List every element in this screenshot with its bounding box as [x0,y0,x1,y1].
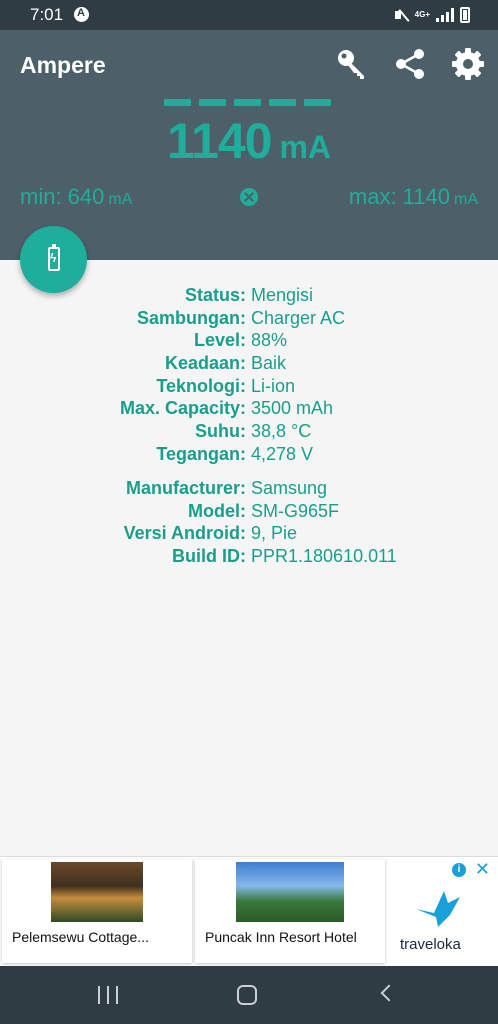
info-row: Model: SM-G965F [0,500,498,523]
info-value: Baik [251,353,287,374]
ad-info-icon[interactable]: i [452,863,466,877]
info-label: Sambungan: [136,307,246,328]
info-row: Status: Mengisi [0,284,498,307]
max-reading: max: 1140 mA [349,184,478,210]
ad-card-caption: Pelemsewu Cottage... [12,929,149,945]
ad-card-caption: Puncak Inn Resort Hotel [205,929,357,945]
info-value: 38,8 °C [251,421,312,442]
current-reading: 1140 mA [0,112,498,170]
back-icon[interactable] [380,984,398,1002]
ad-card-image [51,862,143,922]
charging-indicator [164,99,331,106]
info-value: Mengisi [251,285,314,305]
ad-card[interactable]: Puncak Inn Resort Hotel [195,859,385,963]
info-row: Build ID: PPR1.180610.011 [0,545,498,568]
ad-banner[interactable]: Pelemsewu Cottage... Puncak Inn Resort H… [0,856,498,966]
battery-charging-icon [48,244,60,271]
ad-card-image [236,862,344,922]
info-label: Versi Android: [123,523,246,544]
info-value: Li-ion [251,375,296,396]
current-value: 1140 [166,113,272,169]
info-value: 88% [251,330,288,351]
info-label: Level: [193,330,246,351]
info-row: Tegangan: 4,278 V [0,443,498,466]
status-icons: 4G+ [394,6,470,24]
settings-gear-icon[interactable] [450,46,486,82]
info-label: Model: [188,500,246,521]
info-label: Build ID: [172,546,246,567]
battery-info-list: Status: Mengisi Sambungan: Charger AC Leve… [0,284,498,466]
info-label: Teknologi: [156,375,246,396]
ad-brand-name: traveloka [400,936,461,953]
battery-fab-button[interactable] [20,226,87,293]
info-value: Charger AC [251,307,346,328]
signal-icon [436,8,454,22]
app-header: Ampere 1140 mA min: 640 mA max: 1140 mA [0,30,498,260]
info-row: Manufacturer: Samsung [0,477,498,500]
reset-close-icon[interactable] [240,188,258,206]
info-label: Max. Capacity: [119,398,246,419]
info-label: Tegangan: [156,443,246,464]
battery-status-icon [460,7,470,23]
traveloka-bird-logo [416,891,460,927]
status-bar: 7:01 4G+ [0,0,498,30]
max-unit: mA [454,191,478,208]
info-value: 3500 mAh [251,398,334,419]
key-icon[interactable] [334,46,370,82]
info-value: PPR1.180610.011 [251,546,397,567]
info-label: Keadaan: [164,353,246,374]
max-value: max: 1140 [348,184,450,209]
info-row: Teknologi: Li-ion [0,375,498,398]
device-info-list: Manufacturer: Samsung Model: SM-G965F Vers… [0,477,498,568]
status-time: 7:01 [30,5,64,24]
info-label: Suhu: [195,421,246,442]
home-icon[interactable] [237,985,257,1005]
recent-apps-icon[interactable] [98,986,118,1004]
info-value: Samsung [251,478,328,498]
min-value: min: 640 [20,184,105,209]
info-row: Keadaan: Baik [0,352,498,375]
info-row: Level: 88% [0,329,498,352]
current-unit: mA [279,129,332,165]
mute-icon [394,8,409,22]
info-row: Max. Capacity: 3500 mAh [0,397,498,420]
info-row: Sambungan: Charger AC [0,307,498,330]
ad-close-icon[interactable]: ✕ [475,859,490,880]
app-title: Ampere [20,52,106,78]
share-icon[interactable] [392,46,428,82]
system-nav-bar [0,966,498,1024]
info-label: Status: [184,285,246,305]
ad-brand[interactable]: traveloka [400,887,490,953]
min-unit: mA [108,191,133,208]
ad-card[interactable]: Pelemsewu Cottage... [2,859,192,963]
min-reading: min: 640 mA [20,184,132,210]
network-type-label: 4G+ [414,10,430,19]
info-label: Manufacturer: [125,478,246,498]
info-row: Versi Android: 9, Pie [0,522,498,545]
info-value: SM-G965F [251,500,340,521]
info-value: 9, Pie [251,523,298,544]
info-row: Suhu: 38,8 °C [0,420,498,443]
info-value: 4,278 V [251,443,314,464]
notification-app-icon [74,7,89,22]
